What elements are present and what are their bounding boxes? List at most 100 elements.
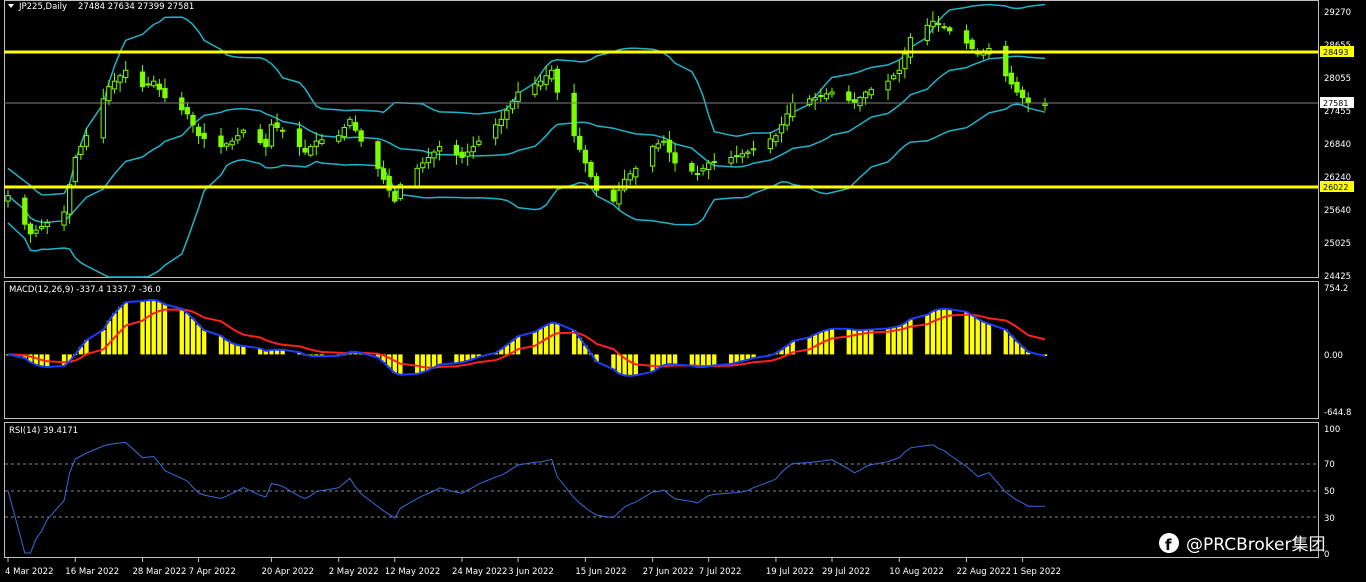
macd-histogram-bar (829, 328, 835, 355)
macd-histogram-bar (969, 315, 975, 355)
candle-body (336, 135, 342, 142)
candle-body (223, 143, 230, 147)
candle-body (537, 80, 544, 87)
date-tick: 1 Sep 2022 (1013, 567, 1061, 577)
candle-body (532, 83, 538, 95)
candle-body (773, 135, 779, 143)
candle-body (571, 92, 577, 137)
rsi-tick: 30 (1324, 514, 1335, 524)
macd-histogram-bar (235, 345, 240, 355)
candle-body (190, 114, 196, 126)
candle-body (117, 75, 123, 83)
facebook-glyph: f (1165, 536, 1172, 554)
macd-histogram-bar (650, 354, 655, 372)
candle-body (734, 155, 740, 158)
candle-body (151, 80, 157, 87)
candle-body (885, 80, 891, 91)
date-axis: 4 Mar 2022 16 Mar 2022 28 Mar 2022 7 Apr 20… (5, 558, 1061, 577)
candle-body (229, 140, 235, 146)
rsi-tick: 100 (1324, 425, 1340, 435)
candle-body (750, 148, 757, 151)
date-tick: 27 Jun 2022 (643, 567, 694, 577)
date-tick: 10 Aug 2022 (889, 567, 943, 577)
candle-body (308, 146, 314, 156)
price-tick: 24425 (1324, 272, 1351, 282)
candle-body (375, 141, 381, 169)
date-tick: 15 Jun 2022 (575, 567, 626, 577)
candle-body (790, 102, 796, 118)
candle-body (296, 128, 303, 148)
macd-histogram-bar (975, 318, 980, 355)
macd-histogram-bar (925, 314, 930, 355)
candle-body (145, 83, 151, 86)
candle-body (106, 86, 112, 102)
candle-body (515, 91, 521, 102)
candle-body (857, 97, 863, 107)
candle-body (745, 151, 751, 154)
candle-body (341, 127, 347, 138)
candle-body (739, 153, 745, 158)
candle-body (195, 126, 202, 137)
macd-histogram-bar (437, 354, 442, 365)
candle-body (218, 135, 224, 148)
macd-histogram-bar (807, 337, 812, 355)
candle-body (268, 124, 275, 147)
candle-body (947, 27, 953, 32)
date-tick: 3 Jun 2022 (508, 567, 554, 577)
candle-body (38, 226, 45, 229)
candle-body (44, 222, 50, 228)
rsi-line (7, 441, 1046, 554)
macd-histogram-bar (941, 308, 947, 355)
macd-histogram-bar (555, 323, 560, 355)
macd-histogram-bar (218, 335, 224, 355)
macd-histogram-bar (202, 330, 207, 355)
candle-body (184, 107, 191, 115)
macd-histogram-bar (151, 300, 156, 355)
chart-canvas[interactable]: JP225,Daily 27484 27634 27399 27581 2927… (0, 0, 1366, 582)
candle-body (818, 94, 824, 97)
macd-histogram-bar (179, 308, 184, 355)
candle-body (890, 75, 897, 80)
date-tick: 2 May 2022 (329, 567, 379, 577)
candle-body (661, 140, 667, 143)
candle-body (235, 135, 241, 141)
date-tick: 12 May 2022 (385, 567, 440, 577)
macd-histogram-bar (415, 354, 420, 374)
macd-histogram-bar (706, 354, 711, 367)
macd-histogram-bar (431, 354, 437, 368)
macd-histogram-bar (661, 354, 666, 366)
candle-body (700, 167, 706, 172)
candle-body (694, 173, 701, 176)
candle-body (498, 118, 504, 127)
triangle-down-icon[interactable] (8, 4, 14, 8)
candle-body (27, 223, 34, 235)
candle-body (509, 100, 516, 110)
macd-histogram-bar (162, 304, 168, 355)
candle-body (655, 143, 661, 149)
candle-body (823, 93, 830, 100)
macd-indicator (5, 298, 1048, 377)
candle-body (139, 71, 146, 88)
candle-body (111, 80, 118, 90)
candle-body (476, 140, 482, 145)
macd-tick: 754.2 (1324, 284, 1348, 294)
candle-body (459, 151, 465, 158)
support-value: 26022 (1323, 183, 1348, 192)
candle-body (627, 173, 633, 181)
macd-histogram-bar (1003, 329, 1008, 355)
price-tick: 28055 (1324, 74, 1351, 84)
rsi-indicator (7, 441, 1046, 554)
candle-body (425, 156, 432, 164)
candle-body (319, 139, 325, 144)
macd-tick: -644.8 (1324, 408, 1351, 418)
price-tick: 25640 (1324, 206, 1351, 216)
candle-body (257, 129, 263, 144)
candle-body (902, 53, 908, 70)
candle-body (347, 118, 353, 127)
candle-body (1014, 81, 1020, 93)
rsi-tick: 50 (1324, 487, 1335, 497)
macd-histogram-bar (454, 354, 459, 364)
macd-histogram-bar (936, 309, 941, 355)
candle-body (61, 211, 67, 226)
candle-body (493, 124, 499, 139)
